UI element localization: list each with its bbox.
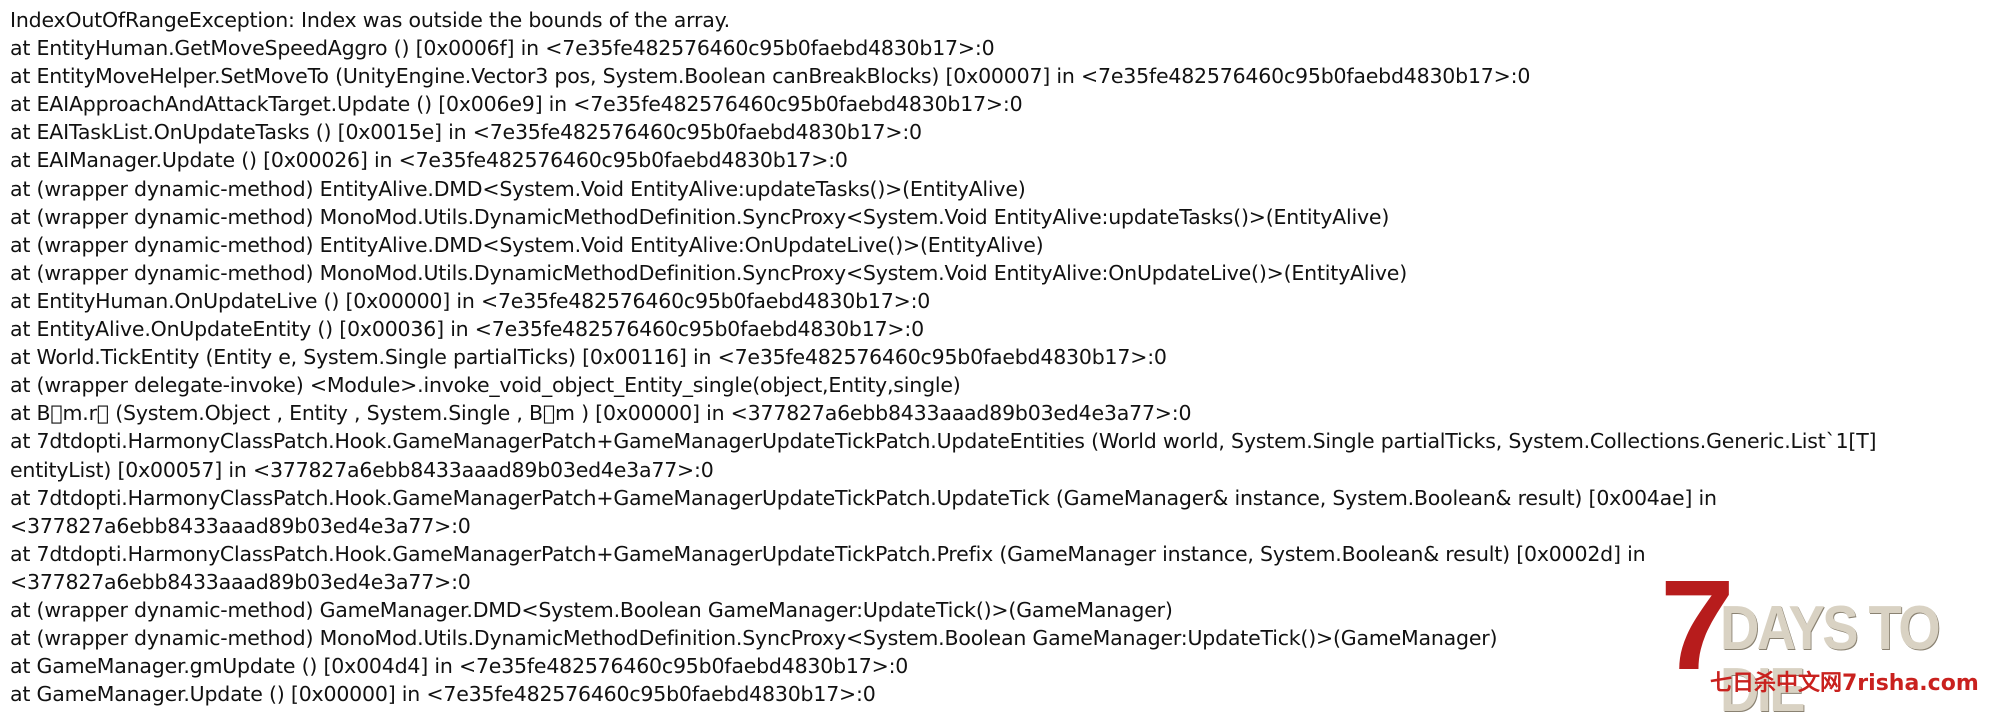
- stack-frame: at World.TickEntity (Entity e, System.Si…: [10, 345, 1167, 370]
- stack-frame-continuation: entityList) [0x00057] in <377827a6ebb843…: [10, 457, 714, 482]
- stack-frame: at EAIApproachAndAttackTarget.Update () …: [10, 92, 1023, 117]
- stack-frame: at (wrapper dynamic-method) MonoMod.Util…: [10, 260, 1408, 285]
- logo-subtitle: 七日杀中文网7risha.com: [1710, 671, 1979, 696]
- stack-frame-continuation: <377827a6ebb8433aaad89b03ed4e3a77>:0: [10, 513, 471, 538]
- stack-frame: at EntityAlive.OnUpdateEntity () [0x0003…: [10, 317, 924, 342]
- stack-frame: at EntityHuman.GetMoveSpeedAggro () [0x0…: [10, 36, 995, 61]
- stack-frame: at 7dtdopti.HarmonyClassPatch.Hook.GameM…: [10, 429, 1877, 454]
- stack-frame: at (wrapper delegate-invoke) <Module>.in…: [10, 373, 961, 398]
- stack-frame: at (wrapper dynamic-method) EntityAlive.…: [10, 176, 1026, 201]
- stack-frame: at B m.r  (System.Object , Entity , Syst…: [10, 401, 1192, 426]
- stack-frame: at 7dtdopti.HarmonyClassPatch.Hook.GameM…: [10, 485, 1717, 510]
- stack-frame: at (wrapper dynamic-method) MonoMod.Util…: [10, 204, 1390, 229]
- stack-frame: at (wrapper dynamic-method) EntityAlive.…: [10, 232, 1044, 257]
- stack-frame: at EntityHuman.OnUpdateLive () [0x00000]…: [10, 288, 931, 313]
- watermark-logo: 7 DAYS TO DIE 七日杀中文网7risha.com: [1658, 562, 2003, 722]
- stack-frame: at EAIManager.Update () [0x00026] in <7e…: [10, 148, 848, 173]
- stack-frame: at EAITaskList.OnUpdateTasks () [0x0015e…: [10, 120, 922, 145]
- exception-message: IndexOutOfRangeException: Index was outs…: [10, 8, 730, 32]
- stack-frame: at EntityMoveHelper.SetMoveTo (UnityEngi…: [10, 64, 1531, 89]
- logo-title: DAYS TO DIE: [1720, 594, 1941, 725]
